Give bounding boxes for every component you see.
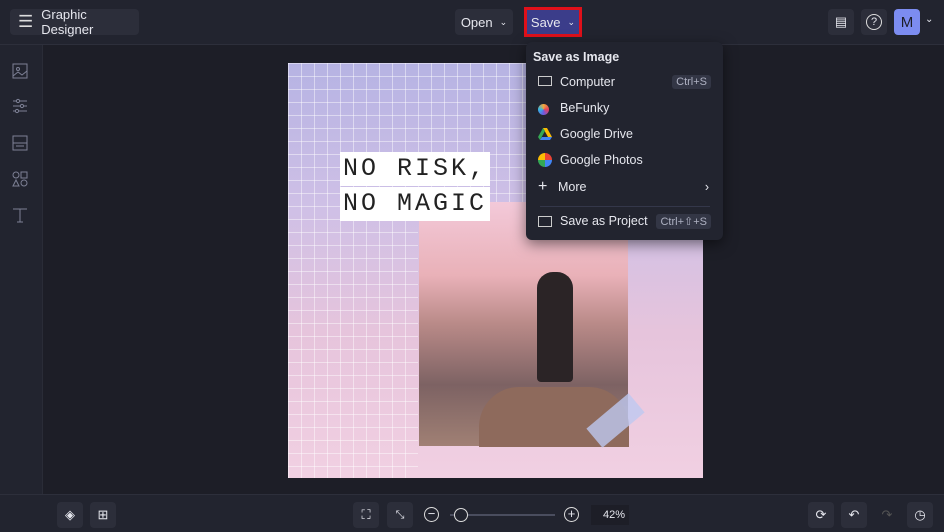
zoom-slider[interactable]: [450, 508, 555, 522]
grid-button[interactable]: ⊞: [90, 502, 116, 528]
text-icon[interactable]: [10, 205, 30, 225]
shrink-icon: ⤡: [395, 508, 405, 521]
layers-icon: ◈: [65, 507, 75, 522]
history-icon: ◷: [914, 507, 926, 522]
save-label: Save: [530, 14, 561, 30]
shortcut: Ctrl+S: [672, 75, 711, 89]
shortcut: Ctrl+⇧+S: [656, 213, 711, 229]
top-bar: ☰ Graphic Designer Open ⌄ Save ⌄ ▤ ? M ⌄: [0, 0, 944, 45]
adjustments-icon[interactable]: [10, 96, 30, 116]
history-button[interactable]: ◷: [907, 502, 933, 528]
befunky-icon: [538, 104, 549, 115]
comments-button[interactable]: ▤: [828, 9, 854, 35]
save-computer[interactable]: Computer Ctrl+S: [526, 69, 723, 95]
save-befunky[interactable]: BeFunky: [526, 95, 723, 121]
save-dropdown-menu: Save as Image Computer Ctrl+S BeFunky Goo…: [526, 42, 723, 240]
layers-button[interactable]: ◈: [57, 502, 83, 528]
zoom-out-icon[interactable]: −: [424, 507, 439, 522]
fit-screen-button[interactable]: ⛶: [353, 502, 379, 528]
avatar-initial: M: [900, 13, 914, 31]
menu-item-label: Save as Project: [560, 214, 648, 228]
save-google-photos[interactable]: Google Photos: [526, 147, 723, 173]
account-chevron-icon[interactable]: ⌄: [925, 14, 933, 25]
chevron-down-icon: ⌄: [499, 16, 508, 27]
menu-item-label: Google Drive: [560, 127, 633, 141]
person-silhouette: [537, 272, 573, 382]
fullscreen-icon: ⛶: [361, 507, 371, 522]
zoom-slider-thumb[interactable]: [453, 508, 468, 522]
menu-button[interactable]: ☰ Graphic Designer: [10, 7, 139, 37]
grid-pattern: [288, 63, 418, 478]
actual-size-button[interactable]: ⤡: [387, 502, 413, 528]
google-drive-icon: [538, 128, 552, 140]
refresh-button[interactable]: ⟳: [808, 502, 834, 528]
save-google-drive[interactable]: Google Drive: [526, 121, 723, 147]
sidebar: [0, 45, 43, 494]
undo-icon: ↶: [848, 507, 860, 522]
redo-button[interactable]: ↷: [874, 502, 900, 528]
plus-icon: +: [538, 178, 548, 195]
zoom-value[interactable]: 42%: [591, 505, 629, 525]
comment-icon: ▤: [834, 14, 848, 29]
google-photos-icon: [538, 153, 552, 167]
app-title: Graphic Designer: [41, 7, 94, 37]
menu-item-label: BeFunky: [560, 101, 610, 115]
shapes-icon[interactable]: [10, 169, 30, 189]
help-icon: ?: [866, 14, 882, 30]
refresh-icon: ⟳: [815, 507, 827, 522]
image-icon[interactable]: [10, 61, 30, 81]
menu-item-label: Google Photos: [560, 153, 643, 167]
briefcase-icon: [538, 216, 552, 227]
menu-item-label: Computer: [560, 75, 615, 89]
menu-heading: Save as Image: [533, 50, 620, 64]
zoom-in-icon[interactable]: +: [564, 507, 579, 522]
chevron-right-icon: ›: [704, 180, 709, 194]
monitor-icon: [538, 76, 552, 86]
undo-button[interactable]: ↶: [841, 502, 867, 528]
headline-line-1[interactable]: NO RISK,: [340, 152, 491, 186]
avatar[interactable]: M: [894, 9, 920, 35]
chevron-down-icon: ⌄: [567, 16, 576, 27]
open-label: Open: [460, 14, 493, 30]
help-button[interactable]: ?: [861, 9, 887, 35]
save-button[interactable]: Save ⌄: [524, 7, 582, 37]
bottom-toolbar: ◈ ⊞ ⛶ ⤡ − + 42% ⟳ ↶ ↷ ◷: [0, 494, 944, 532]
save-as-project[interactable]: Save as Project Ctrl+⇧+S: [526, 208, 723, 234]
save-more[interactable]: + More ›: [526, 174, 723, 200]
redo-icon: ↷: [881, 507, 893, 522]
grid-icon: ⊞: [97, 507, 109, 522]
headline-line-2[interactable]: NO MAGIC: [340, 187, 491, 221]
hamburger-icon: ☰: [18, 12, 34, 31]
open-button[interactable]: Open ⌄: [455, 9, 513, 35]
layout-icon[interactable]: [10, 133, 30, 153]
divider: [540, 206, 710, 207]
menu-item-label: More: [558, 180, 587, 194]
